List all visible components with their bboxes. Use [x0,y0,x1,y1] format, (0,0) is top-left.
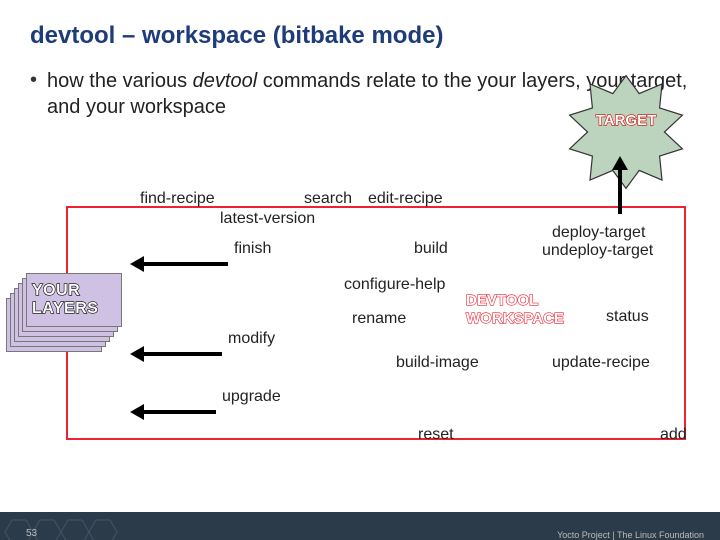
cmd-finish: finish [234,240,271,258]
arrowhead-left-icon [130,256,144,272]
bullet-italic: devtool [193,70,258,92]
cmd-latest-version: latest-version [220,210,315,228]
arrowhead-left-icon [130,404,144,420]
cmd-build-image: build-image [396,354,479,372]
target-star [566,72,686,192]
arrowhead-up-icon [612,156,628,170]
arrowhead-left-icon [130,346,144,362]
cmd-update-recipe: update-recipe [552,354,650,372]
workspace-label-line1: DEVTOOL [466,292,538,309]
cmd-find-recipe: find-recipe [140,190,215,208]
star-icon [566,72,686,192]
page-number: 53 [26,528,37,539]
cmd-undeploy-target: undeploy-target [542,242,653,260]
cmd-modify: modify [228,330,275,348]
bullet-prefix: how the various [47,70,193,92]
cmd-edit-recipe: edit-recipe [368,190,443,208]
cmd-upgrade: upgrade [222,388,281,406]
slide-title: devtool – workspace (bitbake mode) [0,22,720,50]
workspace-label-line2: WORKSPACE [466,310,564,327]
slide: devtool – workspace (bitbake mode) • how… [0,0,720,540]
cmd-deploy-target: deploy-target [552,224,645,242]
cmd-build: build [414,240,448,258]
bullet-marker: • [30,68,37,92]
arrow-modify [144,352,222,356]
footer: 53 Yocto Project | The Linux Foundation [0,512,720,540]
your-word: YOUR [32,282,80,299]
layers-word: LAYERS [32,300,98,317]
cmd-configure-help: configure-help [344,276,445,294]
cmd-search: search [304,190,352,208]
arrow-deploy [618,168,622,214]
cmd-reset: reset [418,426,454,444]
cmd-add: add [660,426,687,444]
footer-text: Yocto Project | The Linux Foundation [557,530,704,540]
cmd-status: status [606,308,649,326]
layers-label: YOUR LAYERS [32,282,98,318]
cmd-rename: rename [352,310,406,328]
arrow-upgrade [144,410,216,414]
target-label: TARGET [582,112,670,129]
diagram: TARGET YOUR LAYERS DEVTOOL WORKSPACE fin… [36,190,686,450]
arrow-finish [144,262,228,266]
